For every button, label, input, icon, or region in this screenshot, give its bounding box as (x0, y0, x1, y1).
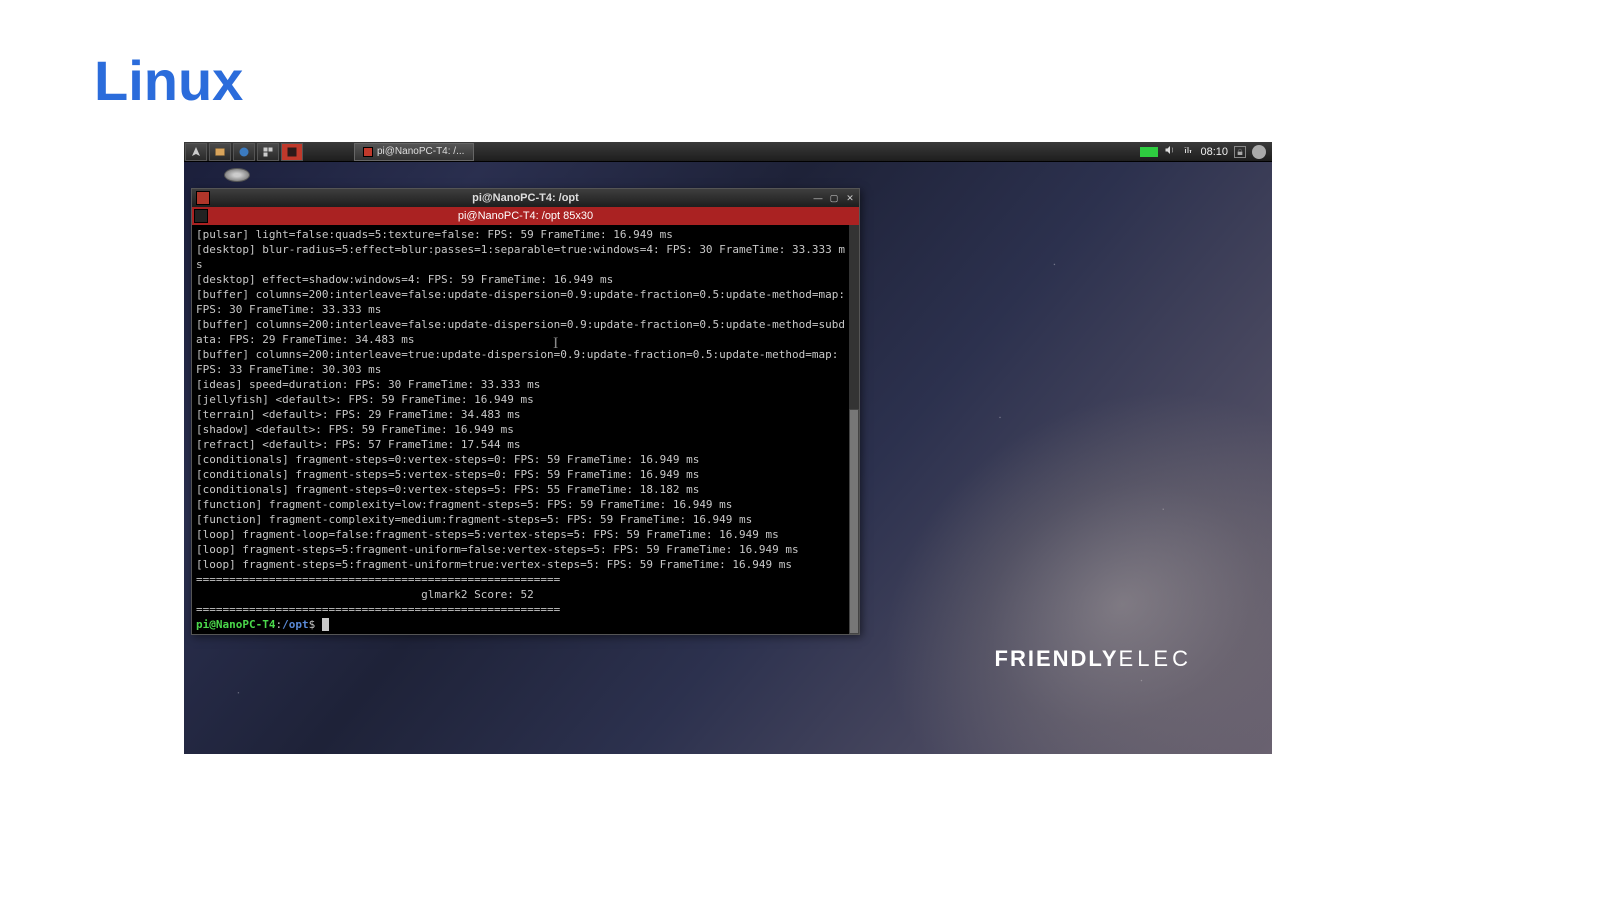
terminal-tab-icon[interactable] (194, 209, 208, 223)
terminal-window: pi@NanoPC-T4: /opt — ▢ ✕ pi@NanoPC-T4: /… (191, 188, 860, 635)
page-title: Linux (94, 48, 243, 113)
terminal-title: pi@NanoPC-T4: /opt (192, 192, 859, 204)
browser-icon[interactable] (233, 143, 255, 161)
taskbar: pi@NanoPC-T4: /... 08:10 (184, 142, 1272, 162)
file-manager-icon[interactable] (209, 143, 231, 161)
task-terminal-icon (363, 147, 373, 157)
taskbar-left: pi@NanoPC-T4: /... (184, 142, 474, 161)
lock-icon[interactable] (1234, 146, 1246, 158)
brand-bold: FRIENDLY (995, 646, 1119, 671)
start-menu-icon[interactable] (185, 143, 207, 161)
desktop-screenshot: FRIENDLYELEC pi@NanoPC-T4: /... (184, 142, 1272, 754)
terminal-tab-label[interactable]: pi@NanoPC-T4: /opt 85x30 (458, 210, 593, 222)
maximize-button[interactable]: ▢ (827, 191, 841, 205)
windows-overview-icon[interactable] (257, 143, 279, 161)
brand-thin: ELEC (1119, 646, 1192, 671)
close-button[interactable]: ✕ (843, 191, 857, 205)
taskbar-clock[interactable]: 08:10 (1200, 146, 1228, 158)
disk-icon[interactable] (224, 168, 250, 182)
taskbar-task-button[interactable]: pi@NanoPC-T4: /... (354, 143, 474, 161)
network-icon[interactable] (1182, 144, 1194, 159)
terminal-titlebar[interactable]: pi@NanoPC-T4: /opt — ▢ ✕ (192, 189, 859, 207)
task-label: pi@NanoPC-T4: /... (377, 146, 464, 157)
terminal-launcher-icon[interactable] (281, 143, 303, 161)
volume-icon[interactable] (1164, 144, 1176, 159)
user-avatar-icon[interactable] (1252, 145, 1266, 159)
brand-watermark: FRIENDLYELEC (995, 646, 1192, 672)
tray-indicator[interactable] (1140, 147, 1158, 157)
minimize-button[interactable]: — (811, 191, 825, 205)
terminal-output[interactable]: [pulsar] light=false:quads=5:texture=fal… (192, 225, 849, 634)
taskbar-right: 08:10 (1140, 144, 1272, 159)
terminal-tab-bar: pi@NanoPC-T4: /opt 85x30 (192, 207, 859, 225)
terminal-scroll-thumb[interactable] (849, 409, 859, 634)
terminal-scrollbar[interactable] (849, 225, 859, 634)
